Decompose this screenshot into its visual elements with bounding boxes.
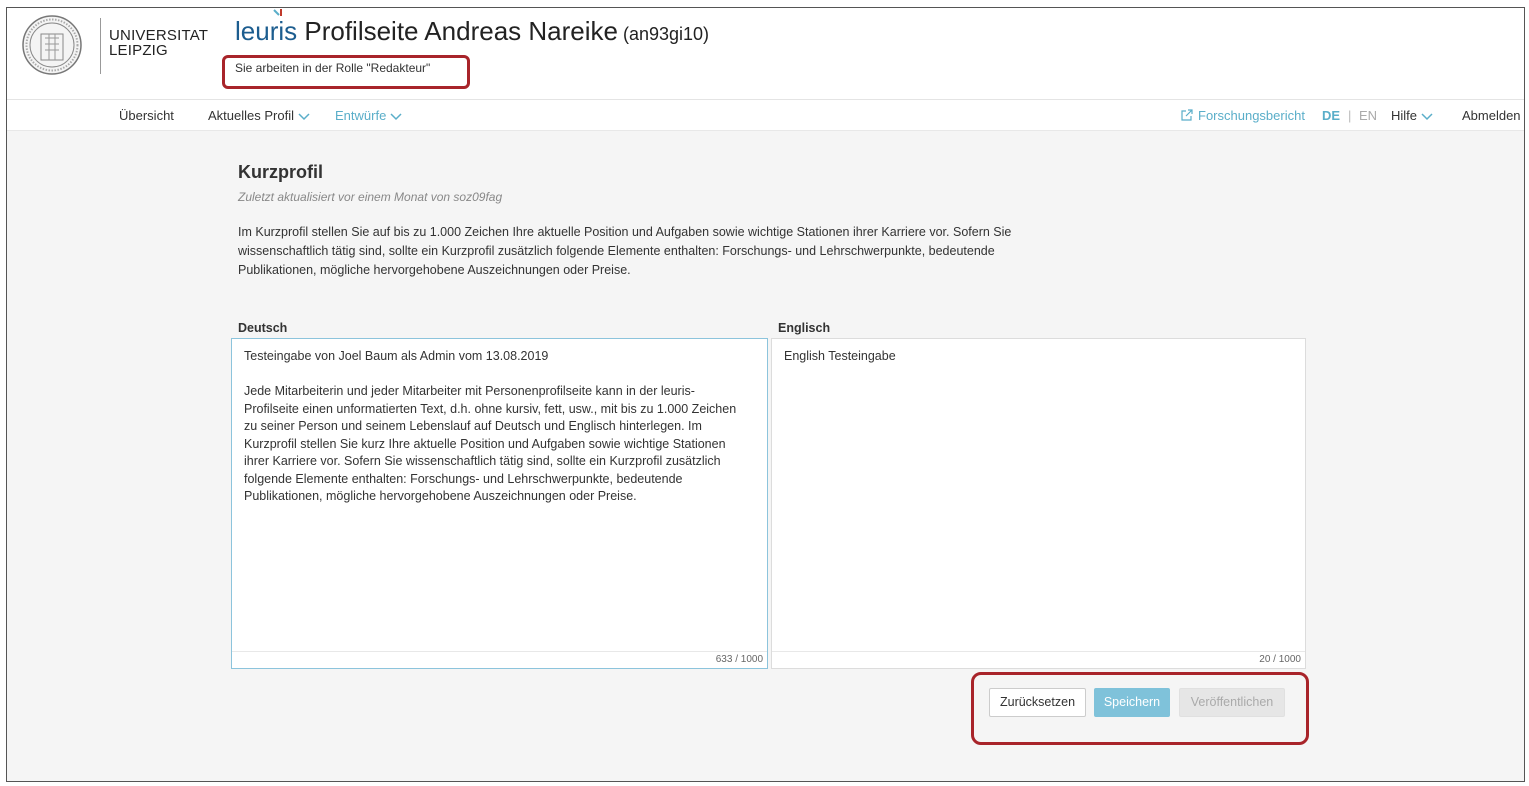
- role-note: Sie arbeiten in der Rolle "Redakteur": [235, 61, 431, 75]
- nav-research-report-label: Forschungsbericht: [1198, 108, 1305, 123]
- nav-help-label: Hilfe: [1391, 108, 1418, 123]
- save-button[interactable]: Speichern: [1094, 688, 1170, 717]
- nav-current-profile-label: Aktuelles Profil: [208, 108, 294, 123]
- nav-logout[interactable]: Abmelden: [1462, 108, 1521, 123]
- chevron-down-icon: [1421, 113, 1433, 120]
- english-label: Englisch: [778, 321, 831, 335]
- university-name[interactable]: UNIVERSITAT LEIPZIG: [109, 28, 208, 58]
- nav-research-report[interactable]: Forschungsbericht: [1181, 108, 1305, 123]
- nav-current-profile[interactable]: Aktuelles Profil: [208, 108, 310, 123]
- main-content: Kurzprofil Zuletzt aktualisiert vor eine…: [7, 131, 1524, 781]
- app-window: UNIVERSITAT LEIPZIG leuris Profilseite A…: [6, 7, 1525, 782]
- nav-overview[interactable]: Übersicht: [119, 108, 174, 123]
- external-link-icon: [1181, 109, 1193, 121]
- section-title: Kurzprofil: [238, 162, 323, 182]
- page-title: leuris Profilseite Andreas Nareike (an93…: [235, 9, 710, 47]
- nav-help[interactable]: Hilfe: [1391, 108, 1433, 123]
- university-line-1: UNIVERSITAT: [109, 27, 209, 44]
- german-textarea[interactable]: Testeingabe von Joel Baum als Admin vom …: [231, 338, 768, 669]
- top-navigation: Übersicht Aktuelles Profil Entwürfe Fors…: [7, 100, 1524, 131]
- reset-button[interactable]: Zurücksetzen: [989, 688, 1086, 717]
- header: UNIVERSITAT LEIPZIG leuris Profilseite A…: [7, 8, 1524, 100]
- german-char-counter: 633 / 1000: [232, 651, 767, 668]
- german-label: Deutsch: [238, 321, 288, 335]
- english-char-counter: 20 / 1000: [772, 651, 1305, 668]
- nav-drafts-label: Entwürfe: [335, 108, 387, 123]
- lang-de[interactable]: DE: [1322, 108, 1340, 123]
- user-id: (an93gi10): [617, 24, 710, 44]
- leuris-logo[interactable]: leuris: [235, 9, 297, 46]
- intro-text: Im Kurzprofil stellen Sie auf bis zu 1.0…: [238, 225, 1012, 277]
- university-seal-icon: [22, 15, 82, 75]
- chevron-down-icon: [390, 113, 402, 120]
- lang-en[interactable]: EN: [1359, 108, 1377, 123]
- university-line-2: LEIPZIG: [109, 42, 168, 59]
- logo-divider: [100, 18, 101, 74]
- german-text: Testeingabe von Joel Baum als Admin vom …: [244, 349, 737, 503]
- english-textarea[interactable]: English Testeingabe 20 / 1000: [771, 338, 1306, 669]
- nav-drafts[interactable]: Entwürfe: [335, 108, 402, 123]
- last-updated: Zuletzt aktualisiert vor einem Monat von…: [238, 190, 503, 204]
- chevron-down-icon: [298, 113, 310, 120]
- profile-title: Profilseite Andreas Nareike: [297, 16, 618, 46]
- english-text: English Testeingabe: [784, 349, 896, 363]
- logo-accent-icon: [273, 9, 282, 16]
- lang-separator: |: [1348, 108, 1352, 123]
- publish-button[interactable]: Veröffentlichen: [1179, 688, 1285, 717]
